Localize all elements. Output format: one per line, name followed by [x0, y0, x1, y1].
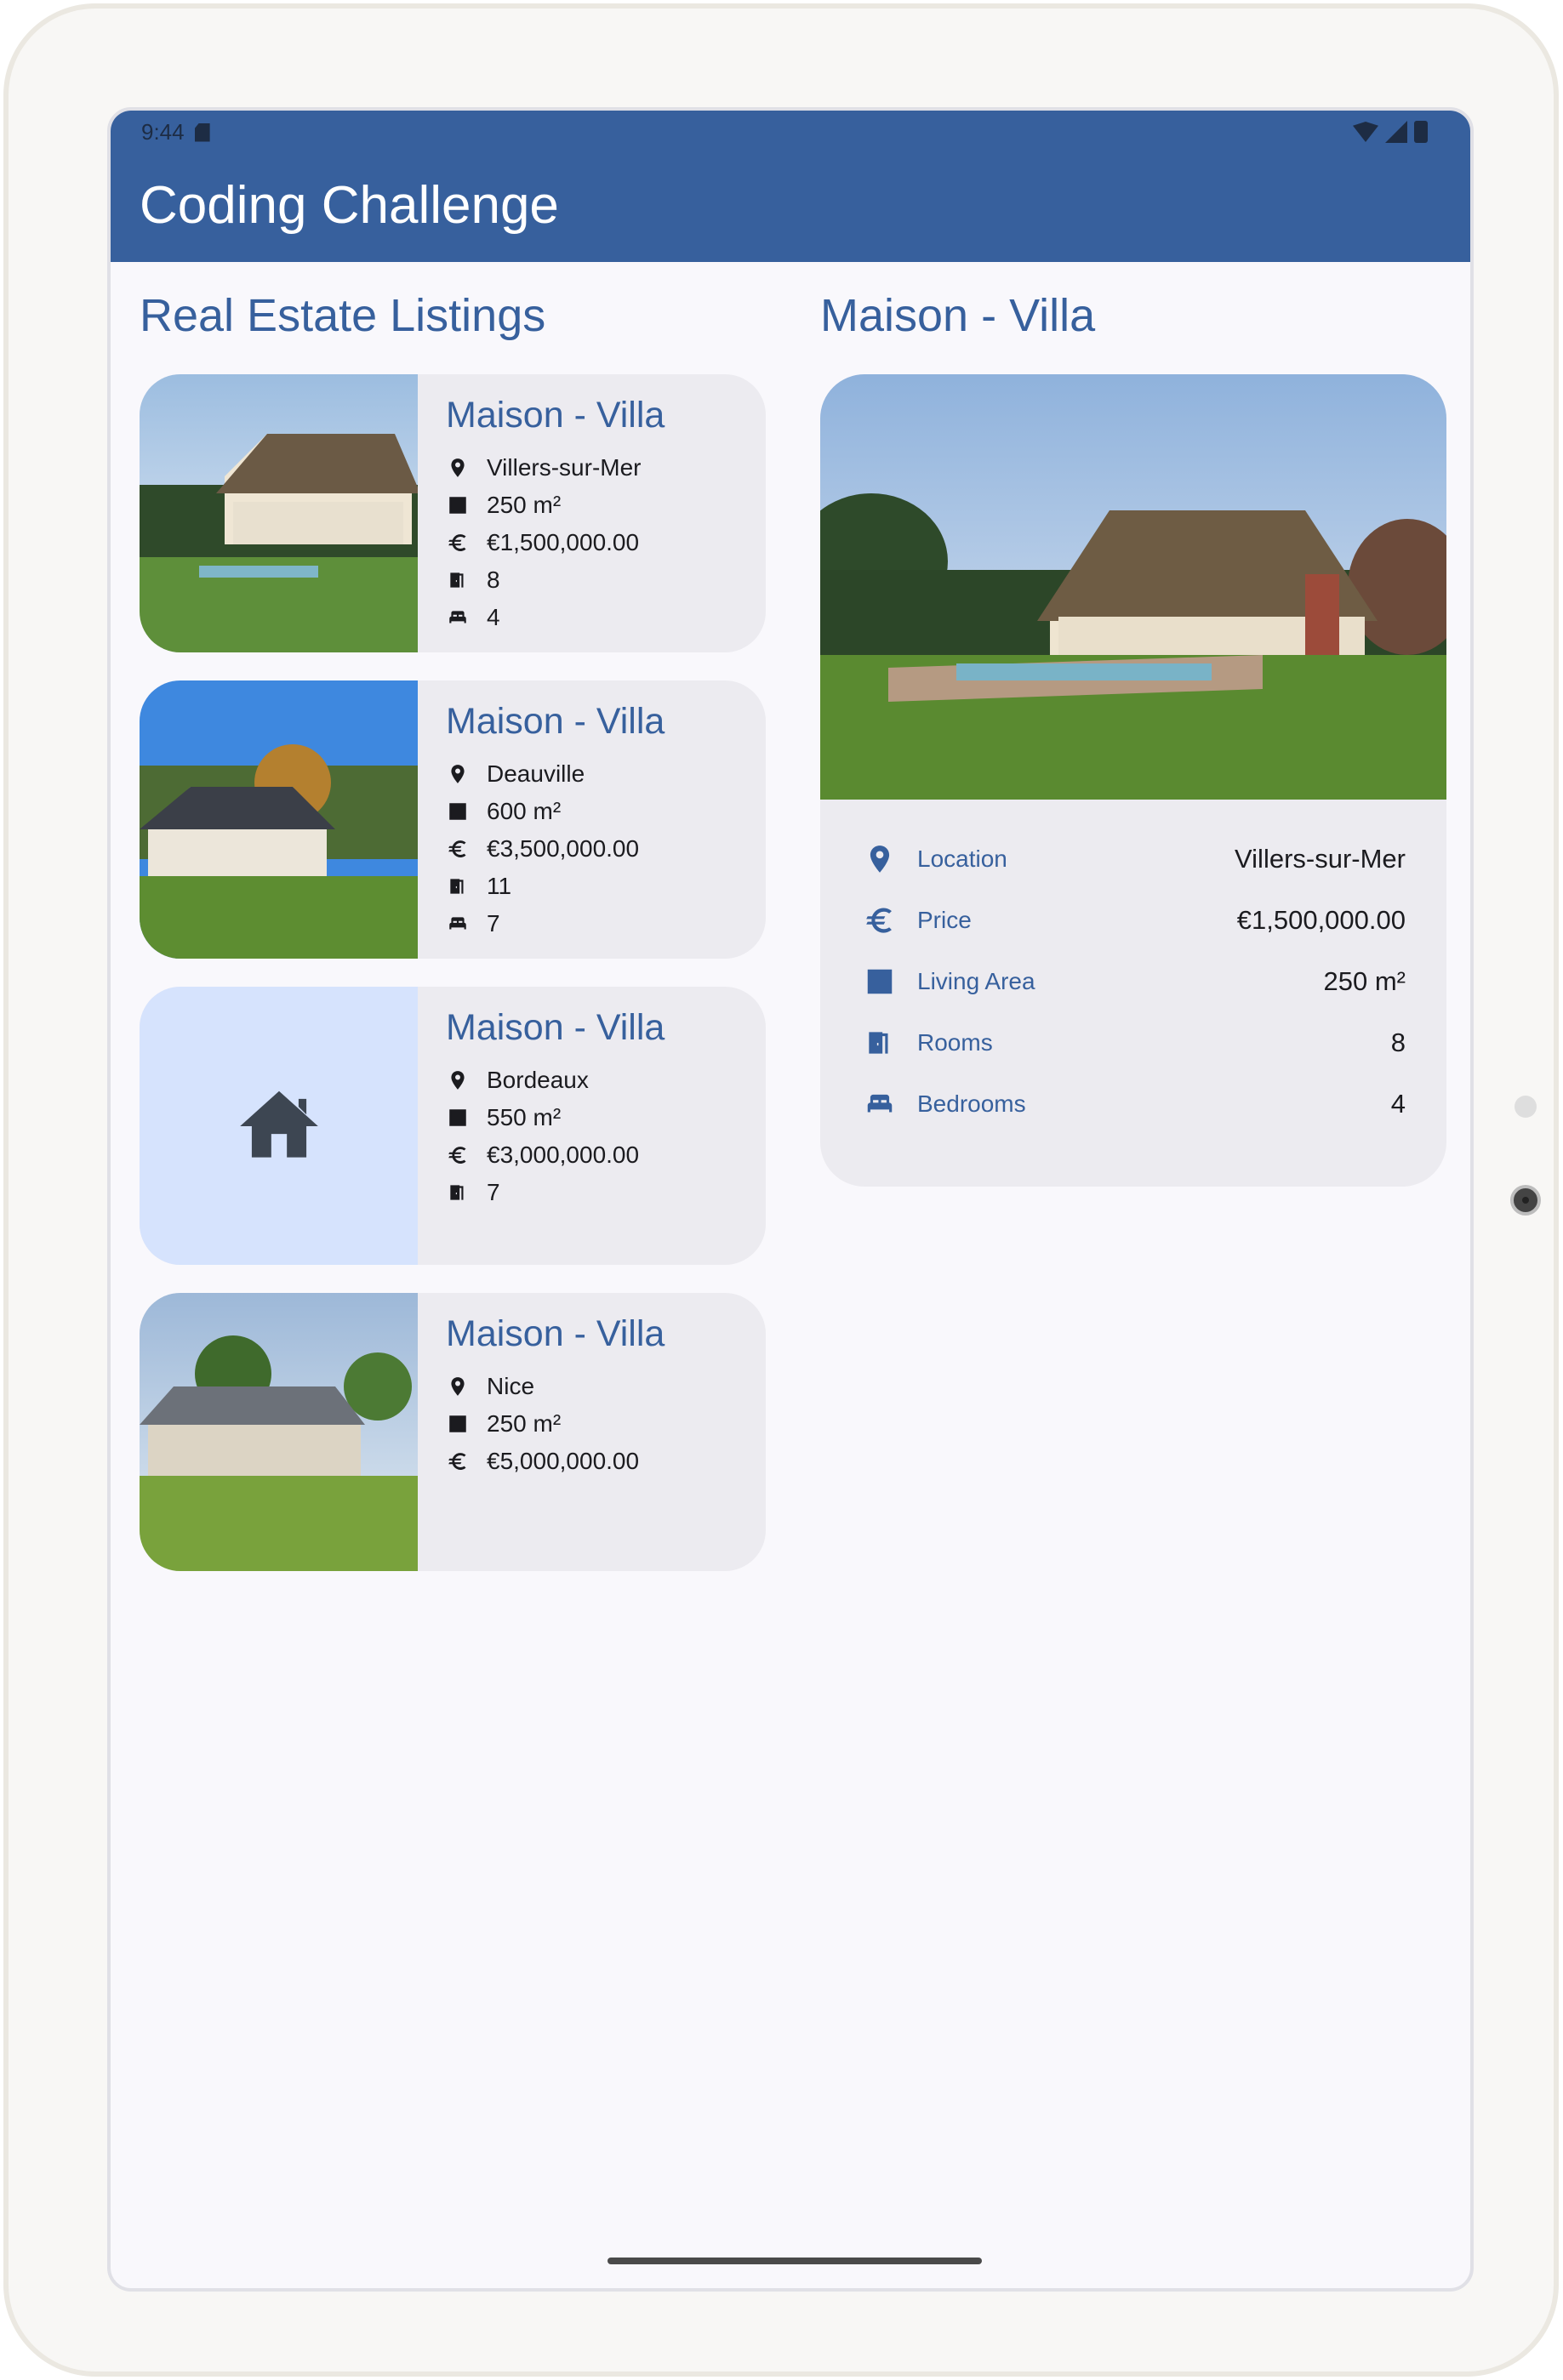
sd-card-icon	[194, 122, 210, 142]
camera-icon	[1510, 1185, 1541, 1216]
hardware-button	[1515, 1096, 1537, 1118]
euro-icon	[863, 903, 897, 937]
area-icon	[446, 800, 470, 823]
tablet-frame: 9:44 Coding Challenge Real Estate Listin…	[3, 3, 1559, 2377]
listing-detail-card: Location Villers-sur-Mer Price €1,500,00…	[820, 374, 1446, 1187]
door-icon	[446, 568, 470, 592]
gesture-home-bar[interactable]	[608, 2258, 982, 2264]
listing-bedrooms: 7	[446, 905, 639, 942]
house-placeholder-icon	[239, 1090, 318, 1158]
listing-photo-placeholder	[140, 987, 418, 1265]
detail-heading: Maison - Villa	[820, 290, 1096, 341]
detail-label: Living Area	[917, 968, 1035, 994]
area-icon	[446, 1106, 470, 1130]
detail-label: Bedrooms	[917, 1090, 1026, 1117]
listing-rooms: 7	[446, 1174, 639, 1211]
top-app-bar: 9:44 Coding Challenge	[111, 111, 1470, 262]
listing-rooms: 8	[446, 561, 642, 599]
detail-value: 4	[1390, 1089, 1406, 1119]
door-icon	[863, 1026, 897, 1060]
listing-photo	[140, 680, 418, 959]
door-icon	[446, 874, 470, 898]
detail-row-rooms: Rooms 8	[863, 1017, 1406, 1068]
bed-icon	[446, 912, 470, 936]
detail-row-bedrooms: Bedrooms 4	[863, 1079, 1406, 1130]
area-icon	[863, 965, 897, 999]
listing-area: 250 m²	[446, 487, 642, 524]
euro-icon	[446, 1449, 470, 1473]
door-icon	[446, 1181, 470, 1204]
listing-attributes: Villers-sur-Mer 250 m² €1,500,000.00 8 4	[446, 449, 642, 636]
listing-title: Maison - Villa	[446, 1007, 665, 1048]
listing-title: Maison - Villa	[446, 701, 665, 742]
listing-price: €1,500,000.00	[446, 524, 642, 561]
listing-city: Villers-sur-Mer	[446, 449, 642, 487]
bed-icon	[446, 606, 470, 629]
listing-card[interactable]: Maison - Villa Bordeaux 550 m² €3,000,00…	[140, 987, 766, 1265]
listing-attributes: Deauville 600 m² €3,500,000.00 11 7	[446, 755, 639, 942]
detail-value: €1,500,000.00	[1236, 905, 1406, 935]
listing-bedrooms: 4	[446, 599, 642, 636]
euro-icon	[446, 837, 470, 861]
location-icon	[446, 1375, 470, 1398]
detail-value: Villers-sur-Mer	[1235, 844, 1406, 874]
location-icon	[863, 842, 897, 876]
detail-value: 250 m²	[1323, 966, 1406, 996]
area-icon	[446, 1412, 470, 1436]
listing-city: Bordeaux	[446, 1062, 639, 1099]
listing-city: Deauville	[446, 755, 639, 793]
euro-icon	[446, 531, 470, 555]
listing-price: €3,000,000.00	[446, 1136, 639, 1174]
listing-attributes: Bordeaux 550 m² €3,000,000.00 7	[446, 1062, 639, 1211]
detail-value: 8	[1390, 1028, 1406, 1057]
bed-icon	[863, 1087, 897, 1121]
listing-card[interactable]: Maison - Villa Villers-sur-Mer 250 m² €1…	[140, 374, 766, 652]
euro-icon	[446, 1143, 470, 1167]
detail-row-living-area: Living Area 250 m²	[863, 956, 1406, 1007]
listing-area: 600 m²	[446, 793, 639, 830]
area-icon	[446, 493, 470, 517]
listings-heading: Real Estate Listings	[140, 290, 546, 341]
location-icon	[446, 456, 470, 480]
wifi-icon	[1353, 122, 1378, 142]
detail-label: Location	[917, 846, 1007, 872]
status-bar-left: 9:44	[141, 119, 210, 145]
detail-row-price: Price €1,500,000.00	[863, 895, 1406, 946]
status-bar-right	[1353, 121, 1428, 143]
listing-area: 250 m²	[446, 1405, 639, 1443]
detail-label: Rooms	[917, 1029, 993, 1056]
listing-card[interactable]: Maison - Villa Nice 250 m² €5,000,000.00	[140, 1293, 766, 1571]
listing-area: 550 m²	[446, 1099, 639, 1136]
screen: 9:44 Coding Challenge Real Estate Listin…	[107, 107, 1474, 2292]
listing-title: Maison - Villa	[446, 395, 665, 436]
listing-price: €3,500,000.00	[446, 830, 639, 868]
listing-photo	[140, 1293, 418, 1571]
listing-title: Maison - Villa	[446, 1313, 665, 1354]
battery-icon	[1414, 121, 1428, 143]
detail-photo	[820, 374, 1446, 800]
listing-rooms: 11	[446, 868, 639, 905]
listing-attributes: Nice 250 m² €5,000,000.00	[446, 1368, 639, 1480]
detail-row-location: Location Villers-sur-Mer	[863, 834, 1406, 885]
listing-price: €5,000,000.00	[446, 1443, 639, 1480]
location-icon	[446, 1068, 470, 1092]
listing-photo	[140, 374, 418, 652]
app-title: Coding Challenge	[140, 176, 559, 235]
location-icon	[446, 762, 470, 786]
cellular-icon	[1385, 121, 1407, 143]
listing-card[interactable]: Maison - Villa Deauville 600 m² €3,500,0…	[140, 680, 766, 959]
listing-city: Nice	[446, 1368, 639, 1405]
detail-label: Price	[917, 907, 972, 933]
status-time: 9:44	[141, 119, 185, 145]
